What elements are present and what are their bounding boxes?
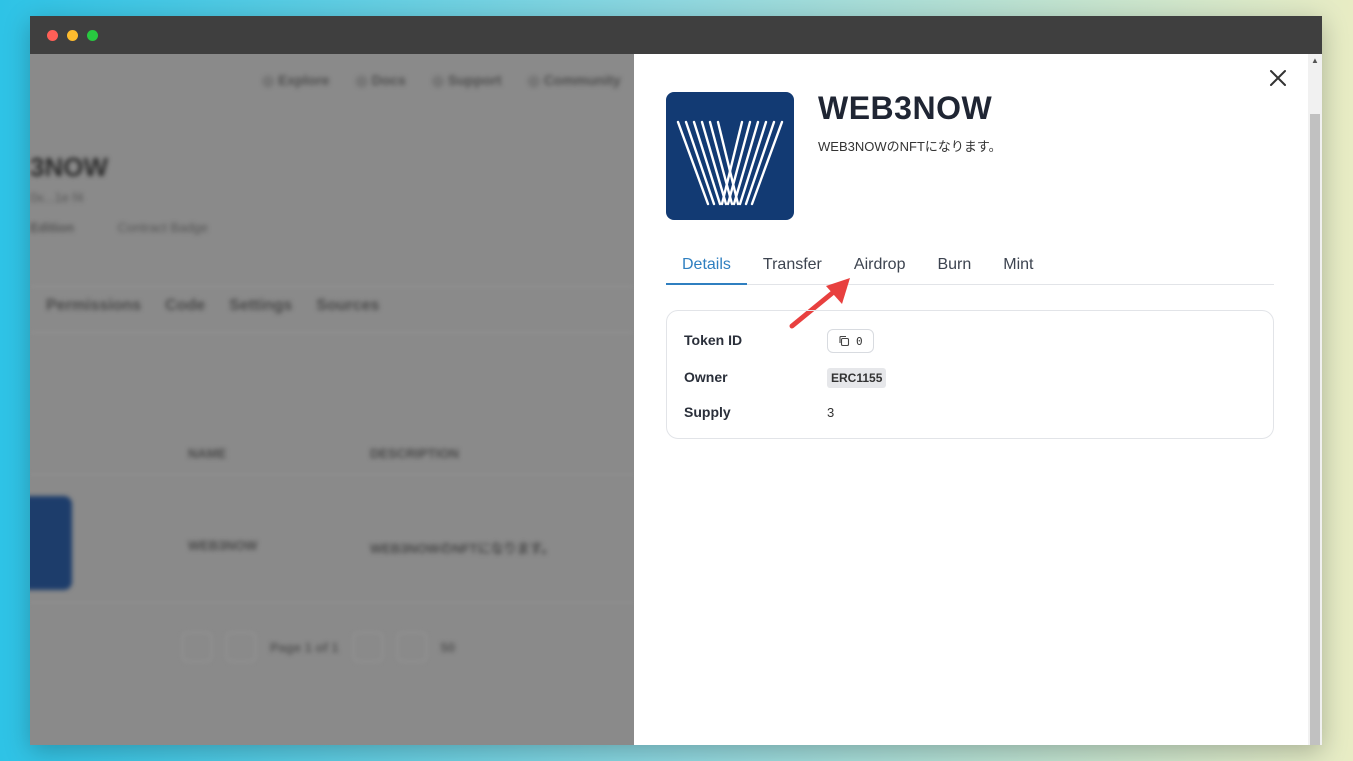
window-close-dot[interactable] (47, 30, 58, 41)
bg-divider (30, 286, 634, 287)
bg-per-page: 50 (440, 639, 456, 655)
bg-meta-item: Edition (30, 220, 75, 235)
tab-burn[interactable]: Burn (921, 246, 987, 285)
nft-description: WEB3NOWのNFTになります。 (818, 139, 1002, 154)
bg-meta-item: Contract Badge (117, 220, 209, 235)
browser-window: Explore Docs Support Community 3NOW 0x..… (30, 16, 1322, 745)
owner-value-badge: ERC1155 (827, 368, 887, 388)
bg-nav-item: Docs (355, 72, 406, 89)
bg-cell-description: WEB3NOWのNFTになります。 (370, 541, 555, 556)
background-page-overlay[interactable]: Explore Docs Support Community 3NOW 0x..… (30, 54, 634, 745)
bg-contract-title: 3NOW (30, 152, 108, 182)
bg-pager-button (396, 632, 427, 662)
close-button[interactable] (1264, 64, 1292, 92)
bg-pager-button (352, 632, 383, 662)
bg-pager-button (226, 632, 256, 662)
bg-tab: Sources (316, 297, 380, 314)
bg-contract-meta: Edition Contract Badge (30, 220, 208, 235)
bg-contract-address: 0x...1e f4 (30, 190, 84, 205)
token-id-label: Token ID (684, 332, 743, 348)
window-minimize-dot[interactable] (67, 30, 78, 41)
copy-icon (839, 335, 850, 347)
bg-pagination: Page 1 of 1 50 (182, 632, 455, 662)
supply-label: Supply (684, 404, 731, 420)
background-page-content: Explore Docs Support Community 3NOW 0x..… (30, 54, 634, 745)
supply-value: 3 (827, 405, 835, 420)
drawer-scrollbar[interactable]: ▲ (1308, 54, 1322, 745)
tab-mint[interactable]: Mint (987, 246, 1049, 285)
drawer-tabs: Details Transfer Airdrop Burn Mint (666, 246, 1274, 285)
web3now-logo-icon (676, 120, 784, 206)
bg-divider (30, 474, 634, 475)
bg-nav-item: Explore (262, 72, 329, 89)
token-id-value: 0 (856, 334, 863, 348)
window-maximize-dot[interactable] (87, 30, 98, 41)
bg-tab: Settings (229, 297, 293, 314)
background-nav: Explore Docs Support Community (262, 72, 621, 89)
owner-label: Owner (684, 369, 728, 385)
bg-nav-item: Support (432, 72, 502, 89)
bg-pager-label: Page 1 of 1 (270, 639, 339, 655)
scrollbar-thumb[interactable] (1310, 114, 1320, 745)
bg-pager-button (182, 632, 212, 662)
nft-detail-drawer: ▲ WEB3NOW WEB3NOWのNFTになります。 Details Tran… (634, 54, 1322, 745)
window-titlebar (30, 16, 1322, 54)
bg-nft-thumbnail (30, 496, 72, 590)
page-viewport: Explore Docs Support Community 3NOW 0x..… (30, 54, 1322, 745)
bg-tab: Code (165, 297, 206, 314)
bg-cell-name: WEB3NOW (188, 538, 258, 553)
scroll-up-arrow-icon[interactable]: ▲ (1311, 56, 1319, 66)
bg-column-header: NAME (188, 446, 227, 461)
details-card: Token ID 0 Owner ERC1155 Supply 3 (666, 310, 1274, 439)
close-icon (1270, 70, 1286, 86)
tab-details[interactable]: Details (666, 246, 747, 285)
bg-tab: Permissions (46, 297, 142, 314)
nft-title: WEB3NOW (818, 90, 993, 126)
bg-divider (30, 332, 634, 333)
bg-nav-item: Community (528, 72, 621, 89)
bg-tabs: Permissions Code Settings Sources (46, 297, 379, 315)
copy-token-id-button[interactable]: 0 (827, 329, 874, 353)
web3now-logo (666, 92, 794, 220)
bg-column-header: DESCRIPTION (370, 446, 459, 461)
bg-divider (30, 602, 634, 603)
